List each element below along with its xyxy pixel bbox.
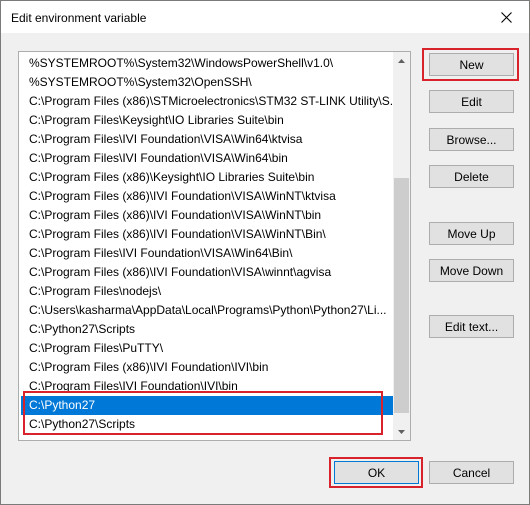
vertical-scrollbar[interactable] bbox=[393, 52, 410, 440]
path-list-item[interactable]: C:\Program Files (x86)\IVI Foundation\VI… bbox=[21, 225, 394, 244]
scroll-thumb[interactable] bbox=[394, 178, 409, 413]
dialog-title: Edit environment variable bbox=[11, 11, 147, 25]
move-down-button[interactable]: Move Down bbox=[429, 259, 514, 282]
path-list-item[interactable]: C:\Program Files\IVI Foundation\VISA\Win… bbox=[21, 244, 394, 263]
cancel-button[interactable]: Cancel bbox=[429, 461, 514, 484]
browse-button[interactable]: Browse... bbox=[429, 128, 514, 151]
move-up-button[interactable]: Move Up bbox=[429, 222, 514, 245]
python-paths-highlight bbox=[23, 391, 383, 435]
path-list-item[interactable]: C:\Program Files (x86)\STMicroelectronic… bbox=[21, 92, 394, 111]
path-list-item[interactable]: C:\Program Files\Keysight\IO Libraries S… bbox=[21, 111, 394, 130]
delete-button[interactable]: Delete bbox=[429, 165, 514, 188]
path-list-item[interactable]: C:\Program Files\nodejs\ bbox=[21, 282, 394, 301]
edit-text-button[interactable]: Edit text... bbox=[429, 315, 514, 338]
path-list-item[interactable]: %SYSTEMROOT%\System32\OpenSSH\ bbox=[21, 73, 394, 92]
close-button[interactable] bbox=[483, 1, 529, 33]
path-list-item[interactable]: C:\Users\kasharma\AppData\Local\Programs… bbox=[21, 301, 394, 320]
path-list-item[interactable]: C:\Program Files\IVI Foundation\VISA\Win… bbox=[21, 130, 394, 149]
scroll-down-button[interactable] bbox=[393, 423, 410, 440]
path-list-item[interactable]: C:\Program Files\PuTTY\ bbox=[21, 339, 394, 358]
scroll-up-arrow-icon bbox=[398, 58, 405, 63]
close-icon bbox=[500, 11, 512, 23]
path-list-item[interactable]: C:\Program Files (x86)\IVI Foundation\VI… bbox=[21, 187, 394, 206]
edit-env-variable-dialog: Edit environment variable %SYSTEMROOT%\S… bbox=[0, 0, 530, 505]
title-bar: Edit environment variable bbox=[1, 1, 529, 33]
edit-button[interactable]: Edit bbox=[429, 90, 514, 113]
path-list-item[interactable]: C:\Program Files (x86)\IVI Foundation\VI… bbox=[21, 206, 394, 225]
path-list-item[interactable]: C:\Program Files (x86)\IVI Foundation\VI… bbox=[21, 263, 394, 282]
path-list-item[interactable]: C:\Program Files\IVI Foundation\VISA\Win… bbox=[21, 149, 394, 168]
path-list-item[interactable]: C:\Python27\Scripts bbox=[21, 320, 394, 339]
scroll-down-arrow-icon bbox=[398, 429, 405, 434]
path-list[interactable]: %SYSTEMROOT%\System32\WindowsPowerShell\… bbox=[18, 51, 411, 441]
new-button-highlight bbox=[422, 48, 519, 81]
ok-button-highlight bbox=[329, 457, 423, 488]
scroll-up-button[interactable] bbox=[393, 52, 410, 69]
path-list-item[interactable]: C:\Program Files (x86)\IVI Foundation\IV… bbox=[21, 358, 394, 377]
path-list-item[interactable]: C:\Program Files (x86)\Keysight\IO Libra… bbox=[21, 168, 394, 187]
path-list-item[interactable]: %SYSTEMROOT%\System32\WindowsPowerShell\… bbox=[21, 54, 394, 73]
